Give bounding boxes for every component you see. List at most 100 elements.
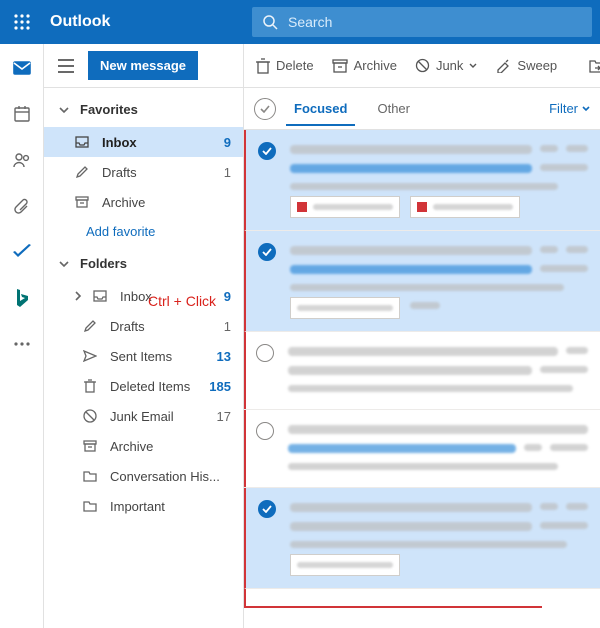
folder-drafts[interactable]: Drafts 1 — [44, 311, 243, 341]
add-favorite-label: Add favorite — [86, 224, 155, 239]
nav-label: Drafts — [102, 165, 137, 180]
add-favorite-link[interactable]: Add favorite — [44, 217, 243, 246]
search-icon — [262, 14, 278, 30]
inbox-tabs-row: Focused Other Filter — [244, 88, 600, 130]
nav-label: Sent Items — [110, 349, 172, 364]
nav-count: 17 — [217, 409, 231, 424]
move-to-button[interactable] — [587, 55, 600, 77]
nav-count: 185 — [209, 379, 231, 394]
nav-count: 1 — [224, 165, 231, 180]
tab-other[interactable]: Other — [369, 91, 418, 126]
attachment[interactable] — [410, 196, 520, 218]
rail-mail[interactable] — [10, 56, 34, 80]
pencil-icon — [74, 164, 90, 180]
chevron-down-icon — [58, 258, 70, 270]
fav-archive[interactable]: Archive — [44, 187, 243, 217]
archive-icon — [332, 59, 348, 73]
nav-label: Archive — [102, 195, 145, 210]
waffle-icon — [14, 14, 30, 30]
nav-label: Important — [110, 499, 165, 514]
message-checkbox[interactable] — [256, 344, 274, 362]
nav-label: Deleted Items — [110, 379, 190, 394]
attachment[interactable] — [290, 554, 400, 576]
folder-pane-header: New message — [44, 44, 243, 88]
attachment[interactable] — [290, 297, 400, 319]
archive-icon — [82, 438, 98, 454]
message-checkbox[interactable] — [258, 500, 276, 518]
send-icon — [82, 348, 98, 364]
nav-label: Archive — [110, 439, 153, 454]
attachment[interactable] — [290, 196, 400, 218]
message-item[interactable] — [244, 410, 600, 488]
todo-icon — [12, 244, 32, 260]
more-icon — [14, 342, 30, 346]
fav-drafts[interactable]: Drafts 1 — [44, 157, 243, 187]
folder-conversation-history[interactable]: Conversation His... — [44, 461, 243, 491]
rail-bing[interactable] — [10, 286, 34, 310]
junk-button[interactable]: Junk — [413, 54, 479, 77]
fav-inbox[interactable]: Inbox 9 — [44, 127, 243, 157]
attachment-icon — [14, 197, 30, 215]
rail-files[interactable] — [10, 194, 34, 218]
pencil-icon — [82, 318, 98, 334]
rail-more[interactable] — [10, 332, 34, 356]
rail-people[interactable] — [10, 148, 34, 172]
filter-button[interactable]: Filter — [549, 101, 590, 116]
message-checkbox[interactable] — [256, 422, 274, 440]
message-item[interactable] — [244, 488, 600, 589]
app-launcher-button[interactable] — [0, 0, 44, 44]
folders-header[interactable]: Folders — [44, 246, 243, 281]
app-rail — [0, 44, 44, 628]
folder-important[interactable]: Important — [44, 491, 243, 521]
search-box[interactable] — [252, 7, 592, 37]
archive-button[interactable]: Archive — [330, 54, 399, 77]
chevron-down-icon — [582, 105, 590, 113]
folder-deleted[interactable]: Deleted Items 185 — [44, 371, 243, 401]
app-name: Outlook — [44, 13, 124, 31]
chevron-down-icon — [58, 104, 70, 116]
sweep-icon — [495, 58, 511, 73]
message-item[interactable] — [244, 332, 600, 410]
block-icon — [415, 58, 430, 73]
calendar-icon — [13, 105, 31, 123]
folders-label: Folders — [80, 256, 127, 271]
chevron-down-icon — [469, 62, 477, 70]
rail-calendar[interactable] — [10, 102, 34, 126]
new-message-button[interactable]: New message — [88, 51, 198, 80]
people-icon — [13, 151, 31, 169]
folder-sent[interactable]: Sent Items 13 — [44, 341, 243, 371]
message-item[interactable] — [244, 231, 600, 332]
favorites-label: Favorites — [80, 102, 138, 117]
rail-todo[interactable] — [10, 240, 34, 264]
message-item[interactable] — [244, 130, 600, 231]
folder-junk[interactable]: Junk Email 17 — [44, 401, 243, 431]
nav-count: 9 — [224, 135, 231, 150]
title-bar: Outlook — [0, 0, 600, 44]
move-icon — [589, 59, 600, 73]
folder-icon — [82, 498, 98, 514]
junk-icon — [82, 408, 98, 424]
nav-count: 13 — [217, 349, 231, 364]
message-pane: Delete Archive Junk Sweep Focused Other … — [244, 44, 600, 628]
trash-icon — [82, 378, 98, 394]
message-toolbar: Delete Archive Junk Sweep — [244, 44, 600, 88]
select-all-toggle[interactable] — [254, 98, 276, 120]
folder-pane: New message Favorites Inbox 9 Drafts 1 A… — [44, 44, 244, 628]
check-icon — [262, 248, 272, 256]
bing-icon — [15, 288, 29, 308]
tab-focused[interactable]: Focused — [286, 91, 355, 126]
inbox-icon — [74, 134, 90, 150]
sweep-button[interactable]: Sweep — [493, 54, 559, 77]
favorites-header[interactable]: Favorites — [44, 92, 243, 127]
check-icon — [262, 505, 272, 513]
collapse-pane-button[interactable] — [52, 52, 80, 80]
check-icon — [262, 147, 272, 155]
inbox-icon — [92, 288, 108, 304]
folder-icon — [82, 468, 98, 484]
message-checkbox[interactable] — [258, 243, 276, 261]
chevron-right-icon — [72, 290, 84, 302]
search-input[interactable] — [278, 14, 582, 30]
message-checkbox[interactable] — [258, 142, 276, 160]
folder-archive[interactable]: Archive — [44, 431, 243, 461]
delete-button[interactable]: Delete — [254, 54, 316, 78]
